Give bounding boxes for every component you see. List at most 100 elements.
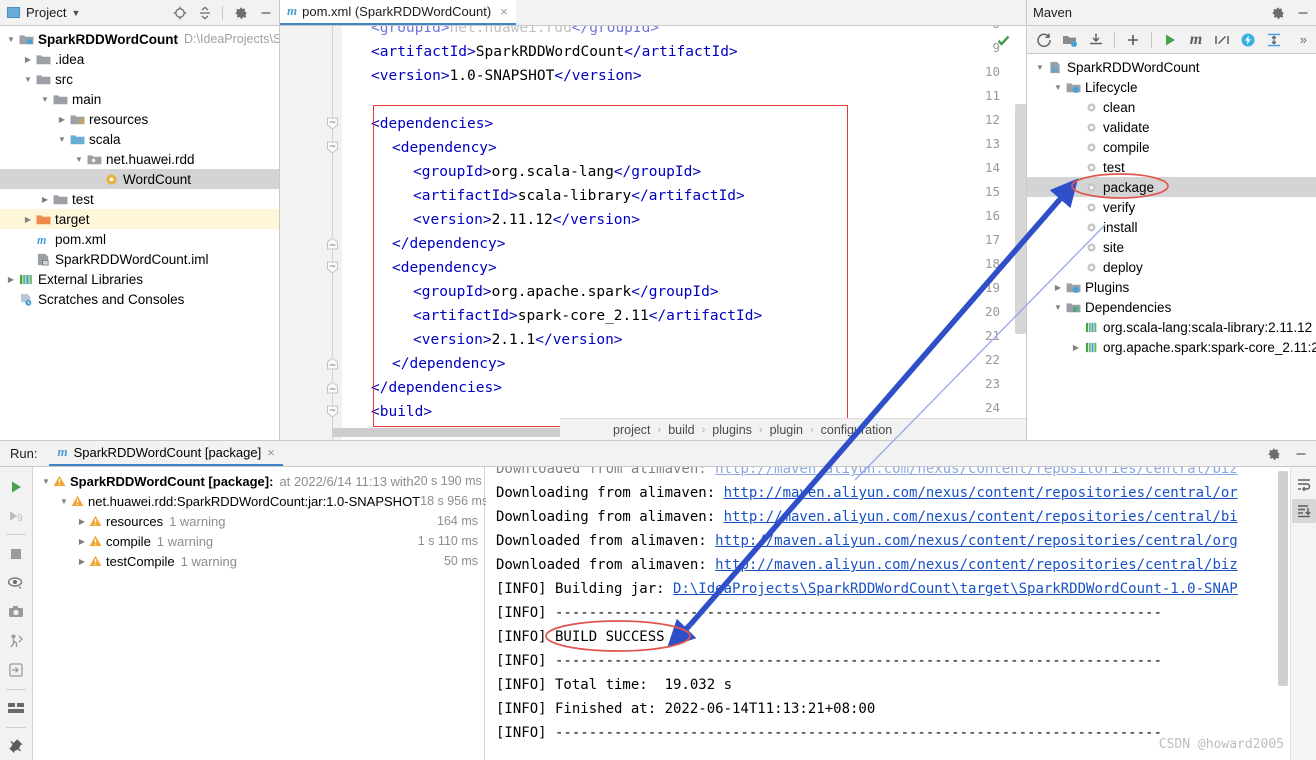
close-icon[interactable]: × <box>267 445 275 460</box>
fold-end-icon[interactable] <box>326 237 339 250</box>
chevron-right-icon[interactable]: ▶ <box>38 195 52 204</box>
maven-tree-item-clean[interactable]: clean <box>1027 97 1316 117</box>
download-sources-icon[interactable] <box>1084 28 1108 52</box>
breadcrumb-item-build[interactable]: build <box>668 423 694 437</box>
breadcrumb-item-project[interactable]: project <box>613 423 651 437</box>
project-tree-item-pom-xml[interactable]: m pom.xml <box>0 229 279 249</box>
maven-tree-item-lifecycle[interactable]: ▼ Lifecycle <box>1027 77 1316 97</box>
code-line[interactable]: <build> <box>371 400 432 424</box>
toggle-soft-wrap-icon[interactable] <box>2 569 30 596</box>
inspection-ok-check-icon[interactable] <box>997 34 1010 50</box>
run-tree-row[interactable]: ▶ compile 1 warning 1 s 110 ms <box>33 531 484 551</box>
run-icon[interactable] <box>1158 28 1182 52</box>
maven-tree-item-verify[interactable]: verify <box>1027 197 1316 217</box>
code-line[interactable]: <groupId>org.apache.spark</groupId> <box>413 280 719 304</box>
console-link[interactable]: http://maven.aliyun.com/nexus/content/re… <box>724 485 1238 501</box>
console-link[interactable]: http://maven.aliyun.com/nexus/content/re… <box>715 467 1238 477</box>
run-tree-row[interactable]: ▼ SparkRDDWordCount [package]: at 2022/6/1… <box>33 471 484 491</box>
source-code[interactable]: <groupId>net.huawei.rdd</groupId> <artifa… <box>342 26 1026 440</box>
code-line[interactable]: </dependency> <box>392 352 506 376</box>
console-link[interactable]: http://maven.aliyun.com/nexus/content/re… <box>715 533 1238 549</box>
rerun-icon[interactable] <box>2 473 30 500</box>
fold-collapse-icon[interactable] <box>326 261 339 274</box>
project-tree-item-scala[interactable]: ▼ scala <box>0 129 279 149</box>
breadcrumb-item-configuration[interactable]: configuration <box>821 423 893 437</box>
console-link[interactable]: D:\IdeaProjects\SparkRDDWordCount\target… <box>673 581 1238 597</box>
chevron-right-icon[interactable]: ▶ <box>75 537 89 546</box>
chevron-down-icon[interactable]: ▼ <box>55 135 69 144</box>
maven-tree-item-install[interactable]: install <box>1027 217 1316 237</box>
chevron-down-icon[interactable]: ▼ <box>1051 303 1065 312</box>
code-line[interactable]: </dependencies> <box>371 376 502 400</box>
pin-icon[interactable] <box>2 733 30 760</box>
chevron-right-icon[interactable]: ▶ <box>21 215 35 224</box>
editor-vertical-scrollbar[interactable] <box>1015 104 1026 334</box>
project-tree-item-src[interactable]: ▼ src <box>0 69 279 89</box>
chevron-down-icon[interactable]: ▼ <box>4 35 18 44</box>
run-tree-row[interactable]: ▶ testCompile 1 warning 50 ms <box>33 551 484 571</box>
gear-icon[interactable] <box>1270 5 1285 20</box>
stop-icon[interactable] <box>2 540 30 567</box>
chevron-down-icon[interactable]: ▼ <box>1033 63 1047 72</box>
code-editor[interactable]: 89101112131415161718192021222324 <groupI… <box>280 26 1026 440</box>
code-line[interactable]: <dependency> <box>392 136 497 160</box>
project-tree[interactable]: ▼ SparkRDDWordCount D:\IdeaProjects\S ▶ .ide… <box>0 26 279 309</box>
soft-wrap-icon[interactable] <box>1292 473 1316 497</box>
run-build-tree[interactable]: ▼ SparkRDDWordCount [package]: at 2022/6/1… <box>33 467 488 760</box>
project-tree-item-sparkrddwordcount-iml[interactable]: SparkRDDWordCount.iml <box>0 249 279 269</box>
chevron-right-icon[interactable]: ▶ <box>21 55 35 64</box>
project-tree-item-target[interactable]: ▶ target <box>0 209 279 229</box>
plus-icon[interactable] <box>1121 28 1145 52</box>
maven-tree-item-org-apache-spark-spark-core-2-11-2[interactable]: ▶ org.apache.spark:spark-core_2.11:2. <box>1027 337 1316 357</box>
code-line[interactable]: <groupId>net.huawei.rdd</groupId> <box>371 26 659 40</box>
console-link[interactable]: http://maven.aliyun.com/nexus/content/re… <box>715 557 1238 573</box>
project-tree-item-wordcount[interactable]: WordCount <box>0 169 279 189</box>
show-passed-icon[interactable] <box>2 628 30 655</box>
code-line[interactable]: </dependency> <box>392 232 506 256</box>
maven-goal-icon[interactable]: m <box>1184 28 1208 52</box>
chevron-right-icon[interactable]: ▶ <box>55 115 69 124</box>
code-line[interactable]: <version>2.11.12</version> <box>413 208 640 232</box>
code-line[interactable]: <dependency> <box>392 256 497 280</box>
fold-collapse-icon[interactable] <box>326 117 339 130</box>
maven-tree[interactable]: ▼ m SparkRDDWordCount ▼ Lifecycle clean valida… <box>1027 54 1316 357</box>
close-icon[interactable]: × <box>500 4 508 19</box>
chevron-right-icon[interactable]: ▶ <box>1051 283 1065 292</box>
maven-tree-item-site[interactable]: site <box>1027 237 1316 257</box>
chevron-down-icon[interactable]: ▼ <box>71 8 80 18</box>
fold-collapse-icon[interactable] <box>326 405 339 418</box>
maven-tree-item-sparkrddwordcount[interactable]: ▼ m SparkRDDWordCount <box>1027 57 1316 77</box>
minimize-icon[interactable] <box>1295 5 1310 20</box>
console-vertical-scrollbar[interactable] <box>1278 471 1288 686</box>
run-tree-row[interactable]: ▼ net.huawei.rdd:SparkRDDWordCount:jar:1.… <box>33 491 488 511</box>
maven-tree-item-compile[interactable]: compile <box>1027 137 1316 157</box>
maven-tree-item-test[interactable]: test <box>1027 157 1316 177</box>
console-link[interactable]: http://maven.aliyun.com/nexus/content/re… <box>724 509 1238 525</box>
code-line[interactable]: <artifactId>SparkRDDWordCount</artifactI… <box>371 40 738 64</box>
expand-collapse-icon[interactable] <box>1262 28 1286 52</box>
project-tree-item-scratches-and-consoles[interactable]: Scratches and Consoles <box>0 289 279 309</box>
editor-tab-pom-xml[interactable]: m pom.xml (SparkRDDWordCount) × <box>280 0 516 25</box>
toggle-offline-icon[interactable] <box>1236 28 1260 52</box>
project-tree-item-test[interactable]: ▶ test <box>0 189 279 209</box>
code-line[interactable]: <version>1.0-SNAPSHOT</version> <box>371 64 642 88</box>
fold-end-icon[interactable] <box>326 357 339 370</box>
scroll-to-end-icon[interactable] <box>1291 499 1316 523</box>
chevron-down-icon[interactable]: ▼ <box>39 477 53 486</box>
chevron-down-icon[interactable]: ▼ <box>1051 83 1065 92</box>
project-tree-item-idea[interactable]: ▶ .idea <box>0 49 279 69</box>
chevron-down-icon[interactable]: ▼ <box>72 155 86 164</box>
more-icon[interactable]: » <box>1300 32 1311 47</box>
gear-icon[interactable] <box>233 5 248 20</box>
breadcrumb-item-plugins[interactable]: plugins <box>712 423 752 437</box>
project-view-selector[interactable]: Project ▼ <box>6 5 80 20</box>
add-managed-project-icon[interactable] <box>1058 28 1082 52</box>
maven-tree-item-org-scala-lang-scala-library-2-11-12[interactable]: org.scala-lang:scala-library:2.11.12 <box>1027 317 1316 337</box>
chevron-right-icon[interactable]: ▶ <box>75 517 89 526</box>
code-line[interactable]: <groupId>org.scala-lang</groupId> <box>413 160 701 184</box>
chevron-right-icon[interactable]: ▶ <box>75 557 89 566</box>
breadcrumb-item-plugin[interactable]: plugin <box>770 423 803 437</box>
fold-collapse-icon[interactable] <box>326 141 339 154</box>
export-icon[interactable] <box>2 657 30 684</box>
project-tree-item-main[interactable]: ▼ main <box>0 89 279 109</box>
